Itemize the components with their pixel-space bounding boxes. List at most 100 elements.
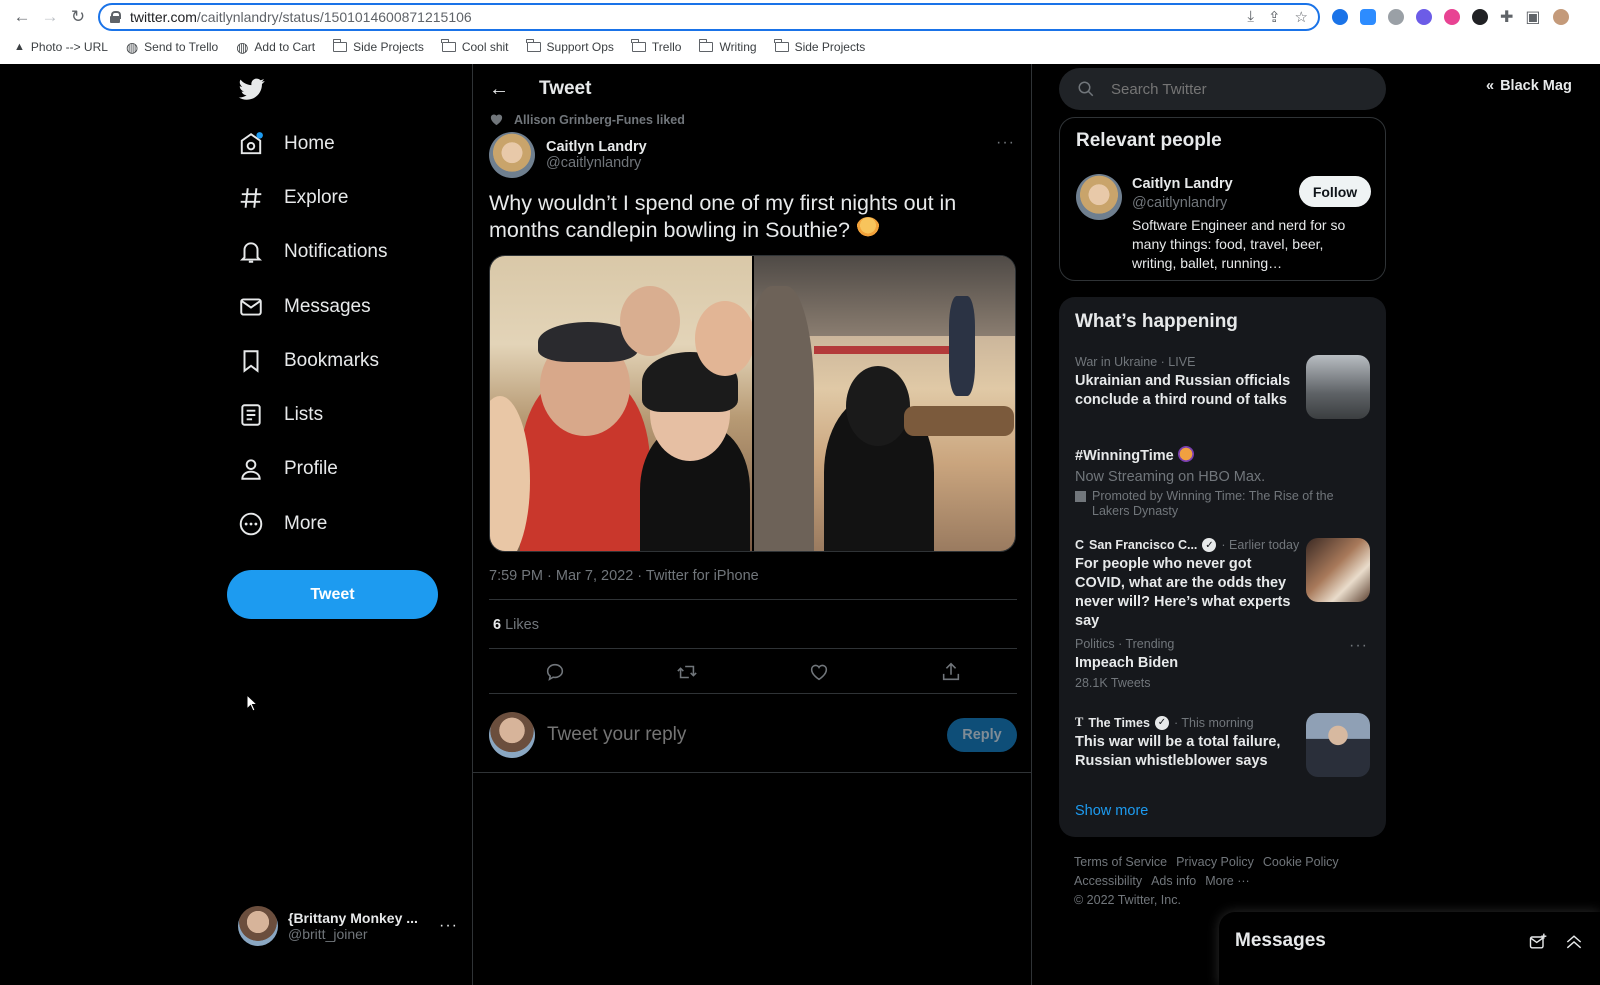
tweet-photo-selfie[interactable] [490, 256, 752, 551]
nav-messages[interactable]: Messages [238, 289, 371, 325]
sidepanel-icon[interactable]: ▣ [1525, 7, 1540, 27]
heart-filled-icon [490, 114, 503, 126]
nav-notifications[interactable]: Notifications [238, 234, 388, 270]
accessibility-link[interactable]: Accessibility [1074, 874, 1142, 888]
account-switcher[interactable]: {Brittany Monkey ... @britt_joiner ··· [238, 904, 458, 948]
grey-extension-icon[interactable] [1388, 9, 1404, 25]
black-mag-label: Black Mag [1500, 78, 1572, 94]
forward-button[interactable]: → [36, 3, 64, 31]
newspaper-logo-icon: T [1075, 715, 1084, 729]
toolbar: ← → ↻ twitter.com/caitlynlandry/status/1… [0, 0, 1600, 34]
omnibox-actions: ⤓ ⇪ ☆ [1247, 8, 1308, 26]
author-avatar[interactable] [489, 132, 535, 178]
dark-extension-icon[interactable] [1472, 9, 1488, 25]
reload-button[interactable]: ↻ [64, 3, 92, 31]
pink-extension-icon[interactable] [1444, 9, 1460, 25]
more-dots-icon[interactable]: ··· [439, 917, 458, 935]
colorful-extension-icon[interactable] [1416, 9, 1432, 25]
search-bar[interactable] [1059, 68, 1386, 110]
privacy-link[interactable]: Privacy Policy [1176, 855, 1254, 869]
relevant-people-title: Relevant people [1076, 130, 1222, 151]
nav-home[interactable]: Home [238, 126, 335, 162]
likes-stat[interactable]: 6 Likes [493, 617, 539, 633]
author-name[interactable]: Caitlyn Landry [546, 139, 647, 155]
person-icon [241, 459, 261, 480]
reply-button[interactable]: Reply [947, 718, 1017, 752]
trend-item[interactable]: T The Times ✓ · This morning This war wi… [1075, 713, 1370, 785]
bookmark-item[interactable]: Side Projects [774, 39, 865, 54]
bookmark-label: Cool shit [461, 40, 509, 54]
tweet-author[interactable]: Caitlyn Landry @caitlynlandry [489, 132, 647, 178]
url-host: twitter.com [130, 9, 197, 25]
bookmark-item[interactable]: ◍ Send to Trello [126, 39, 218, 56]
tweet-button[interactable]: Tweet [227, 570, 438, 619]
left-sidebar: Home Explore Notifications Messages Book… [226, 64, 472, 985]
back-arrow-icon[interactable]: ← [489, 78, 509, 101]
account-handle: @britt_joiner [288, 926, 368, 942]
nav-more[interactable]: More [238, 506, 327, 542]
address-bar[interactable]: twitter.com/caitlynlandry/status/1501014… [98, 3, 1320, 31]
search-input[interactable] [1111, 80, 1351, 98]
folder-icon [631, 39, 646, 52]
password-extension-icon[interactable] [1332, 9, 1348, 25]
nav-bookmarks[interactable]: Bookmarks [238, 343, 379, 379]
bookmark-item[interactable]: Support Ops [526, 39, 614, 54]
show-more-link[interactable]: Show more [1075, 803, 1148, 819]
more-link[interactable]: More ··· [1205, 874, 1249, 888]
bookmark-label: Side Projects [353, 40, 424, 54]
twitter-logo-icon[interactable] [238, 76, 266, 102]
like-icon[interactable] [808, 661, 830, 683]
trend-item-promoted[interactable]: #WinningTime Now Streaming on HBO Max. P… [1075, 443, 1370, 523]
terms-link[interactable]: Terms of Service [1074, 855, 1167, 869]
follow-button[interactable]: Follow [1299, 176, 1371, 207]
back-button[interactable]: ← [8, 3, 36, 31]
person-handle[interactable]: @caitlynlandry [1132, 195, 1227, 211]
puzzle-icon[interactable]: ✚ [1500, 7, 1513, 27]
source-name: San Francisco C... [1089, 538, 1198, 552]
nav-lists[interactable]: Lists [238, 397, 323, 433]
newspaper-logo-icon: C [1075, 538, 1085, 552]
nav-profile[interactable]: Profile [238, 451, 338, 487]
person-avatar[interactable] [1076, 174, 1122, 220]
black-mag-extension[interactable]: « Black Mag [1486, 78, 1572, 94]
bookmark-item[interactable]: Writing [698, 39, 757, 54]
ads-info-link[interactable]: Ads info [1151, 874, 1196, 888]
likes-label: Likes [505, 617, 539, 633]
star-icon[interactable]: ☆ [1295, 8, 1308, 26]
bookmark-item[interactable]: ▲ Photo --> URL [14, 40, 108, 54]
retweet-icon[interactable] [676, 661, 698, 683]
cookie-link[interactable]: Cookie Policy [1263, 855, 1339, 869]
bookmark-item[interactable]: Trello [631, 39, 682, 54]
video-extension-icon[interactable] [1360, 9, 1376, 25]
bookmark-icon [243, 350, 259, 373]
bookmark-item[interactable]: Side Projects [332, 39, 424, 54]
profile-avatar[interactable] [1552, 9, 1569, 25]
tweet-timestamp[interactable]: 7:59 PM · Mar 7, 2022 · Twitter for iPho… [489, 568, 759, 584]
chevron-up-icon[interactable] [1564, 932, 1584, 952]
trend-item[interactable]: War in Ukraine · LIVE Ukrainian and Russ… [1075, 355, 1370, 425]
nav-explore-label: Explore [284, 187, 349, 208]
tweet-photo-bowling[interactable] [753, 256, 1015, 551]
divider [489, 599, 1017, 600]
nav-explore[interactable]: Explore [238, 180, 348, 216]
tweet-more-icon[interactable]: ··· [996, 134, 1015, 152]
person-name[interactable]: Caitlyn Landry [1132, 176, 1233, 192]
bookmark-label: Trello [651, 40, 682, 54]
share-icon[interactable] [940, 661, 962, 683]
author-handle[interactable]: @caitlynlandry [546, 155, 647, 171]
bookmark-item[interactable]: Cool shit [441, 39, 509, 54]
reply-input[interactable] [547, 724, 927, 746]
share-icon[interactable]: ⇪ [1268, 8, 1281, 26]
whats-happening-title: What’s happening [1075, 311, 1238, 332]
tweet-media[interactable] [489, 255, 1016, 552]
new-message-icon[interactable] [1528, 932, 1548, 952]
bookmark-item[interactable]: ◍ Add to Cart [236, 39, 315, 56]
trend-item[interactable]: Politics · Trending Impeach Biden 28.1K … [1075, 637, 1370, 693]
install-icon[interactable]: ⤓ [1247, 8, 1254, 26]
main-header: ← Tweet [489, 74, 591, 104]
trend-item[interactable]: C San Francisco C... ✓ · Earlier today F… [1075, 538, 1370, 629]
globe-icon: ◍ [236, 38, 249, 55]
trend-more-icon[interactable]: ··· [1349, 637, 1368, 655]
messages-drawer[interactable]: Messages [1219, 912, 1600, 985]
reply-icon[interactable] [544, 661, 566, 683]
